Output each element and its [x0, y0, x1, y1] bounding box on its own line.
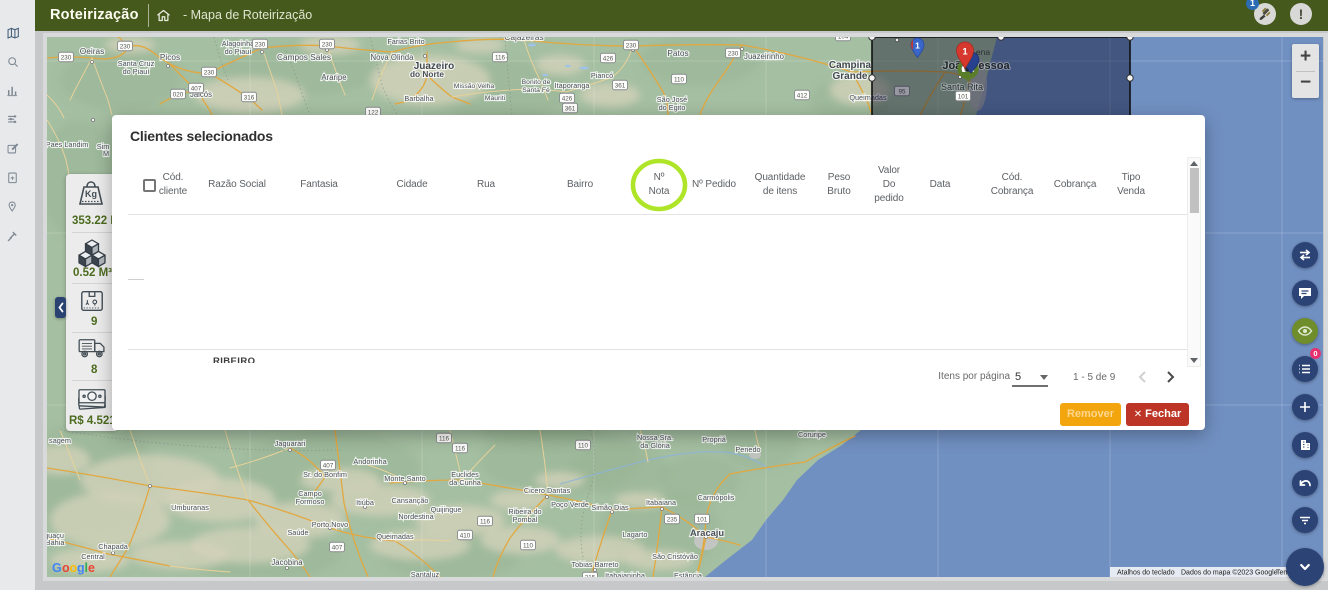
- svg-text:230: 230: [626, 42, 637, 49]
- svg-text:116: 116: [480, 518, 491, 525]
- svg-text:101: 101: [697, 516, 708, 523]
- svg-text:426: 426: [562, 95, 573, 102]
- svg-text:do Norte: do Norte: [410, 69, 444, 79]
- svg-text:Quijingue: Quijingue: [431, 505, 462, 514]
- svg-text:Oeiras: Oeiras: [80, 46, 104, 56]
- svg-text:Umburanas: Umburanas: [171, 503, 209, 512]
- svg-text:020: 020: [173, 91, 184, 98]
- svg-text:Mauriti: Mauriti: [485, 95, 506, 102]
- svg-text:Campos Sales: Campos Sales: [277, 52, 331, 62]
- svg-text:235: 235: [667, 516, 678, 523]
- svg-text:aquaçu: aquaçu: [47, 531, 64, 540]
- svg-text:Nordestina: Nordestina: [398, 512, 434, 521]
- svg-text:Cajazeiras: Cajazeiras: [504, 37, 543, 42]
- svg-text:116: 116: [495, 54, 506, 61]
- svg-text:Coruripe: Coruripe: [798, 430, 826, 439]
- svg-text:Poço Verde: Poço Verde: [551, 500, 589, 509]
- svg-text:Propriá: Propriá: [702, 435, 726, 444]
- svg-text:Santa Fé: Santa Fé: [522, 87, 550, 94]
- svg-text:Pombal: Pombal: [513, 515, 538, 524]
- svg-text:sagem: sagem: [49, 436, 71, 445]
- svg-text:Porto Novo: Porto Novo: [312, 520, 349, 529]
- svg-text:Itaporanga: Itaporanga: [555, 81, 591, 90]
- svg-text:Juazeirinho: Juazeirinho: [744, 52, 785, 61]
- svg-text:Campina: Campina: [829, 60, 872, 71]
- svg-text:407: 407: [191, 85, 202, 92]
- svg-text:Lagarto: Lagarto: [623, 530, 648, 539]
- svg-text:Carmópolis: Carmópolis: [698, 493, 735, 502]
- svg-text:Chapada: Chapada: [98, 542, 129, 551]
- svg-text:Farias Brito: Farias Brito: [387, 37, 424, 46]
- svg-text:1: 1: [962, 47, 968, 58]
- svg-text:Patos: Patos: [667, 48, 688, 58]
- svg-text:Paes Landim: Paes Landim: [47, 140, 88, 149]
- svg-text:230: 230: [120, 43, 131, 50]
- svg-text:Araripe: Araripe: [321, 73, 346, 82]
- svg-text:101: 101: [958, 93, 969, 100]
- svg-text:Dados do mapa ©2023 Google: Dados do mapa ©2023 Google: [1181, 569, 1278, 577]
- svg-text:da Glória: da Glória: [640, 441, 671, 450]
- svg-text:Barbalha: Barbalha: [404, 94, 434, 103]
- svg-text:116: 116: [455, 445, 466, 452]
- svg-text:Andorinha: Andorinha: [353, 457, 387, 466]
- svg-text:Missão Velha: Missão Velha: [454, 83, 495, 90]
- svg-text:110: 110: [674, 76, 685, 83]
- svg-text:da Cunha: da Cunha: [449, 478, 482, 487]
- svg-text:Central: Central: [81, 552, 105, 561]
- svg-text:Bonito de: Bonito de: [522, 79, 551, 86]
- svg-text:410: 410: [460, 532, 471, 539]
- svg-text:do Piauí: do Piauí: [123, 67, 150, 76]
- svg-text:Santa Rita: Santa Rita: [941, 82, 983, 92]
- svg-text:316: 316: [244, 94, 255, 101]
- svg-text:e: e: [88, 561, 95, 575]
- svg-text:230: 230: [322, 41, 333, 48]
- svg-text:Tobias Barreto: Tobias Barreto: [571, 560, 618, 569]
- svg-text:G: G: [52, 561, 62, 575]
- svg-text:407: 407: [332, 544, 343, 551]
- svg-text:Atalhos do teclado: Atalhos do teclado: [1117, 570, 1175, 577]
- svg-text:Saúde: Saúde: [287, 528, 308, 537]
- svg-text:230: 230: [204, 69, 215, 76]
- svg-text:Formoso: Formoso: [296, 497, 325, 506]
- svg-text:Picos: Picos: [160, 52, 180, 62]
- svg-text:do Egito: do Egito: [659, 103, 686, 112]
- svg-text:412: 412: [797, 92, 808, 99]
- svg-text:230: 230: [61, 54, 72, 61]
- svg-text:Sr. do Bonfim: Sr. do Bonfim: [303, 470, 347, 479]
- svg-text:230: 230: [728, 50, 739, 57]
- svg-text:116: 116: [439, 435, 450, 442]
- svg-text:Monte Santo: Monte Santo: [384, 474, 425, 483]
- svg-text:Aracaju: Aracaju: [690, 528, 724, 538]
- svg-text:Penedo: Penedo: [735, 445, 760, 454]
- svg-text:361: 361: [565, 105, 576, 112]
- svg-text:104: 104: [838, 37, 849, 40]
- svg-text:Santaluz: Santaluz: [411, 570, 440, 577]
- svg-text:São Cristóvão: São Cristóvão: [652, 552, 698, 561]
- svg-text:407: 407: [323, 462, 334, 469]
- svg-text:M: M: [103, 149, 109, 158]
- svg-text:Simão Dias: Simão Dias: [591, 503, 629, 512]
- svg-text:Piancó: Piancó: [591, 71, 613, 80]
- svg-text:215: 215: [585, 574, 596, 577]
- svg-text:Estância: Estância: [674, 571, 703, 577]
- svg-text:Jacobina: Jacobina: [271, 558, 303, 567]
- svg-text:g: g: [77, 561, 85, 575]
- svg-text:Kg: Kg: [85, 189, 97, 199]
- svg-text:Itiúba: Itiúba: [356, 498, 375, 507]
- svg-text:426: 426: [603, 55, 614, 62]
- svg-text:Itabaianinha: Itabaianinha: [605, 571, 646, 577]
- svg-text:do Piauí: do Piauí: [225, 47, 252, 56]
- svg-text:Cansanção: Cansanção: [392, 496, 429, 505]
- svg-text:Nova Olinda: Nova Olinda: [371, 53, 415, 62]
- svg-text:1: 1: [915, 41, 920, 51]
- svg-text:361: 361: [615, 82, 626, 89]
- svg-text:110: 110: [523, 542, 534, 549]
- svg-text:230: 230: [255, 41, 266, 48]
- svg-text:Cicero Dantas: Cicero Dantas: [524, 486, 571, 495]
- svg-text:Grande: Grande: [832, 71, 867, 82]
- svg-text:Queimadas: Queimadas: [376, 532, 414, 541]
- svg-text:110: 110: [578, 442, 589, 449]
- svg-text:Itabaiana: Itabaiana: [646, 498, 677, 507]
- svg-text:Jaguarari: Jaguarari: [275, 439, 306, 448]
